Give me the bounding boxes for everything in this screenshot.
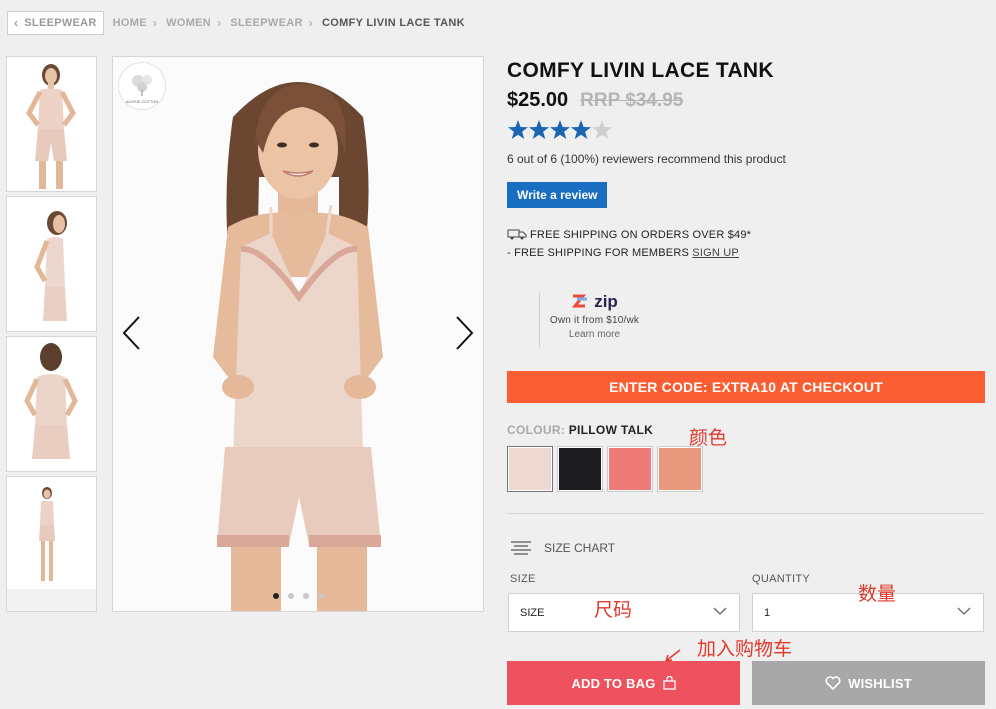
aussie-cotton-badge: AUSSIE COTTON xyxy=(118,62,166,110)
add-to-bag-button[interactable]: ADD TO BAG xyxy=(507,661,740,705)
zip-widget[interactable]: zip Own it from $10/wk Learn more xyxy=(539,292,649,347)
carousel-dot[interactable] xyxy=(303,593,309,599)
breadcrumb-women[interactable]: WOMEN xyxy=(166,17,211,29)
chevron-right-icon xyxy=(456,316,474,350)
badge-text: AUSSIE COTTON xyxy=(126,99,159,104)
chevron-right-icon: › xyxy=(152,16,158,30)
wishlist-button[interactable]: WISHLIST xyxy=(752,661,985,705)
product-title: COMFY LIVIN LACE TANK xyxy=(507,59,774,82)
swatch-pillow-talk[interactable] xyxy=(507,446,553,492)
thumbnail-side[interactable] xyxy=(6,196,97,332)
quantity-select-value: 1 xyxy=(764,606,771,619)
chevron-left-icon: ‹ xyxy=(14,16,19,30)
size-select-value: SIZE xyxy=(520,606,545,619)
annotation-arrow-icon xyxy=(665,649,681,662)
prev-image-button[interactable] xyxy=(121,315,141,356)
quantity-label: QUANTITY xyxy=(752,573,811,585)
product-rrp: RRP $34.95 xyxy=(580,90,684,111)
add-to-bag-label: ADD TO BAG xyxy=(571,675,656,691)
shipping-info: FREE SHIPPING ON ORDERS OVER $49* - FREE… xyxy=(507,227,985,261)
annotation-add-to-cart: 加入购物车 xyxy=(697,638,793,660)
size-chart-link[interactable]: SIZE CHART xyxy=(510,540,615,556)
wishlist-label: WISHLIST xyxy=(848,675,912,691)
carousel-dots xyxy=(273,593,324,599)
chevron-down-icon xyxy=(957,607,971,615)
shipping-line-2: - FREE SHIPPING FOR MEMBERS xyxy=(507,247,690,259)
breadcrumb-home[interactable]: HOME xyxy=(113,17,147,29)
product-main-image[interactable]: AUSSIE COTTON xyxy=(112,56,484,612)
annotation-quantity: 数量 xyxy=(858,583,897,605)
back-button[interactable]: ‹ SLEEPWEAR xyxy=(7,11,104,35)
heart-icon xyxy=(825,676,841,690)
annotation-colour: 颜色 xyxy=(689,427,728,449)
star-full-icon xyxy=(550,120,570,139)
write-review-button[interactable]: Write a review xyxy=(507,182,608,208)
zip-learn-more[interactable]: Learn more xyxy=(540,329,649,340)
next-image-button[interactable] xyxy=(455,315,475,356)
product-info: COMFY LIVIN LACE TANK $25.00 RRP $34.95 … xyxy=(507,56,985,705)
shipping-line-1: FREE SHIPPING ON ORDERS OVER $49* xyxy=(530,229,752,241)
divider xyxy=(507,513,985,514)
back-button-label: SLEEPWEAR xyxy=(24,17,97,29)
size-label: SIZE xyxy=(510,573,536,585)
swatch-black[interactable] xyxy=(557,446,603,492)
recommend-text: 6 out of 6 (100%) reviewers recommend th… xyxy=(507,152,786,166)
star-full-icon xyxy=(508,120,528,139)
star-full-icon xyxy=(529,120,549,139)
swatch-coral[interactable] xyxy=(607,446,653,492)
breadcrumb: ‹ SLEEPWEAR HOME › WOMEN › SLEEPWEAR › C… xyxy=(7,11,465,35)
thumbnail-full[interactable] xyxy=(6,476,97,612)
thumbnail-front[interactable] xyxy=(6,56,97,192)
zip-brand: zip xyxy=(594,292,618,311)
product-price: $25.00 xyxy=(507,89,569,111)
thumbnail-list xyxy=(6,56,98,616)
colour-selected: PILLOW TALK xyxy=(568,423,654,437)
zip-logo-icon xyxy=(572,294,588,308)
zip-line: Own it from $10/wk xyxy=(549,315,640,326)
rating-stars[interactable] xyxy=(507,119,985,141)
star-full-icon xyxy=(571,120,591,139)
carousel-dot[interactable] xyxy=(318,593,324,599)
sign-up-link[interactable]: SIGN UP xyxy=(692,247,739,259)
thumbnail-back[interactable] xyxy=(6,336,97,472)
chevron-down-icon xyxy=(713,607,727,615)
star-empty-icon xyxy=(592,120,612,139)
chevron-right-icon: › xyxy=(308,16,314,30)
promo-banner: ENTER CODE: EXTRA10 AT CHECKOUT xyxy=(507,371,985,403)
carousel-dot[interactable] xyxy=(273,593,279,599)
colour-swatches xyxy=(507,446,703,492)
chevron-right-icon: › xyxy=(217,16,222,30)
size-chart-icon xyxy=(511,541,531,555)
breadcrumb-sleepwear[interactable]: SLEEPWEAR xyxy=(230,17,302,29)
bag-icon xyxy=(662,676,676,690)
zip-logo: zip xyxy=(540,292,649,312)
carousel-dot[interactable] xyxy=(288,593,294,599)
breadcrumb-current: COMFY LIVIN LACE TANK xyxy=(322,17,465,29)
chevron-left-icon xyxy=(122,316,140,350)
truck-icon xyxy=(507,229,527,245)
swatch-peach[interactable] xyxy=(657,446,703,492)
price-row: $25.00 RRP $34.95 xyxy=(507,89,985,112)
colour-key: COLOUR: xyxy=(507,423,566,437)
annotation-size: 尺码 xyxy=(594,599,633,621)
size-chart-label: SIZE CHART xyxy=(544,541,616,555)
colour-label: COLOUR: PILLOW TALK xyxy=(507,423,653,437)
